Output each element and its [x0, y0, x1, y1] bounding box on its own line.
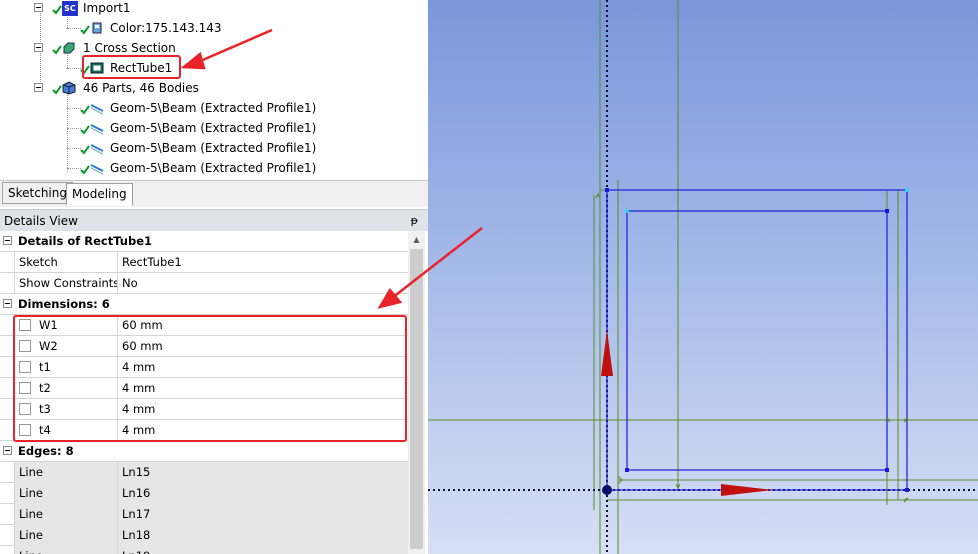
tree-item-beam[interactable]: Geom-5\Beam (Extracted Profile1) — [0, 118, 420, 138]
details-view-title: Details View — [4, 214, 78, 228]
origin-point — [602, 485, 612, 495]
section-title: Dimensions: 6 — [18, 297, 110, 311]
property-value: Ln17 — [118, 504, 408, 525]
edge-row[interactable]: Line Ln17 — [0, 504, 408, 525]
collapse-icon[interactable] — [3, 299, 12, 308]
outer-profile-rect — [606, 189, 908, 491]
tree-item-label: Geom-5\Beam (Extracted Profile1) — [110, 161, 317, 175]
beam-icon — [90, 144, 104, 155]
parts-icon — [62, 81, 76, 95]
section-title: Details of RectTube1 — [18, 234, 153, 248]
tree-item-label: Import1 — [83, 1, 131, 15]
sc-icon: SC — [62, 1, 78, 16]
tree-item-cross-section[interactable]: 1 Cross Section — [0, 38, 420, 58]
collapse-icon[interactable] — [3, 446, 12, 455]
checkmark-icon — [52, 85, 62, 95]
property-name: Show Constraints? — [14, 273, 118, 294]
property-value[interactable]: RectTube1 — [118, 252, 408, 273]
collapse-icon[interactable] — [34, 43, 43, 52]
details-scrollbar[interactable]: ▲ — [408, 231, 425, 554]
dimension-arrow — [595, 192, 601, 199]
property-value[interactable]: No — [118, 273, 408, 294]
checkmark-icon — [80, 165, 90, 175]
sketch-point — [885, 468, 889, 472]
checkmark-icon — [80, 105, 90, 115]
inner-profile-rect — [626, 210, 888, 471]
tree-item-color[interactable]: Color:175.143.143 — [0, 18, 420, 38]
left-panel: SC Import1 Color:175.143.143 1 Cross Sec… — [0, 0, 428, 554]
collapse-icon[interactable] — [34, 3, 43, 12]
feature-tree[interactable]: SC Import1 Color:175.143.143 1 Cross Sec… — [0, 0, 428, 180]
tab-sketching[interactable]: Sketching — [2, 182, 73, 204]
edge-row[interactable]: Line Ln16 — [0, 483, 408, 504]
property-name: Sketch — [14, 252, 118, 273]
tree-item-recttube1[interactable]: RectTube1 — [0, 58, 420, 78]
tree-item-label: Geom-5\Beam (Extracted Profile1) — [110, 141, 317, 155]
cross-section-icon — [63, 42, 75, 54]
beam-icon — [90, 104, 104, 115]
sketch-point — [885, 209, 889, 213]
sketch-point — [625, 209, 629, 213]
property-name: Line — [14, 504, 118, 525]
highlight-box-dimensions — [13, 315, 407, 442]
x-axis-arrow-icon — [721, 484, 773, 496]
property-value: Ln18 — [118, 525, 408, 546]
tree-item-label: 46 Parts, 46 Bodies — [83, 81, 199, 95]
color-icon — [92, 22, 102, 34]
property-value: Ln15 — [118, 462, 408, 483]
property-row[interactable]: Show Constraints? No — [0, 273, 408, 294]
pin-icon[interactable]: ᵽ — [411, 210, 418, 232]
property-name: Line — [14, 546, 118, 554]
edge-row[interactable]: Line Ln15 — [0, 462, 408, 483]
checkmark-icon — [52, 5, 62, 15]
graphics-viewport[interactable] — [428, 0, 978, 554]
details-view-header: Details View ᵽ — [0, 209, 428, 231]
highlight-box-recttube — [82, 55, 181, 79]
property-name: Line — [14, 462, 118, 483]
scroll-up-icon[interactable]: ▲ — [408, 231, 425, 248]
checkmark-icon — [80, 25, 90, 35]
property-value: Ln16 — [118, 483, 408, 504]
tree-item-label: Color:175.143.143 — [110, 21, 222, 35]
tree-item-beam[interactable]: Geom-5\Beam (Extracted Profile1) — [0, 158, 420, 178]
tree-item-beam[interactable]: Geom-5\Beam (Extracted Profile1) — [0, 138, 420, 158]
tree-item-label: Geom-5\Beam (Extracted Profile1) — [110, 121, 317, 135]
section-edges[interactable]: Edges: 8 — [0, 441, 408, 462]
sketch-canvas[interactable] — [428, 0, 978, 554]
beam-icon — [90, 124, 104, 135]
sketch-point — [605, 188, 609, 192]
edge-row[interactable]: Line Ln19 — [0, 546, 408, 554]
tree-item-beam[interactable]: Geom-5\Beam (Extracted Profile1) — [0, 98, 420, 118]
collapse-icon[interactable] — [34, 83, 43, 92]
tab-modeling[interactable]: Modeling — [66, 183, 133, 206]
tree-item-import1[interactable]: SC Import1 — [0, 0, 420, 18]
sketch-point — [625, 468, 629, 472]
section-dimensions[interactable]: Dimensions: 6 — [0, 294, 408, 315]
property-row[interactable]: Sketch RectTube1 — [0, 252, 408, 273]
tree-item-parts[interactable]: 46 Parts, 46 Bodies — [0, 78, 420, 98]
tab-strip: Sketching Modeling — [0, 180, 428, 207]
y-axis-arrow-icon — [601, 330, 613, 376]
property-value: Ln19 — [118, 546, 408, 554]
scroll-thumb[interactable] — [410, 249, 423, 549]
sketch-point — [905, 488, 909, 492]
property-name: Line — [14, 483, 118, 504]
sketch-point — [905, 188, 909, 192]
edge-row[interactable]: Line Ln18 — [0, 525, 408, 546]
property-name: Line — [14, 525, 118, 546]
section-title: Edges: 8 — [18, 444, 74, 458]
beam-icon — [90, 164, 104, 175]
tree-item-label: Geom-5\Beam (Extracted Profile1) — [110, 101, 317, 115]
checkmark-icon — [80, 125, 90, 135]
section-details[interactable]: Details of RectTube1 — [0, 231, 408, 252]
checkmark-icon — [80, 145, 90, 155]
collapse-icon[interactable] — [3, 236, 12, 245]
checkmark-icon — [52, 45, 62, 55]
